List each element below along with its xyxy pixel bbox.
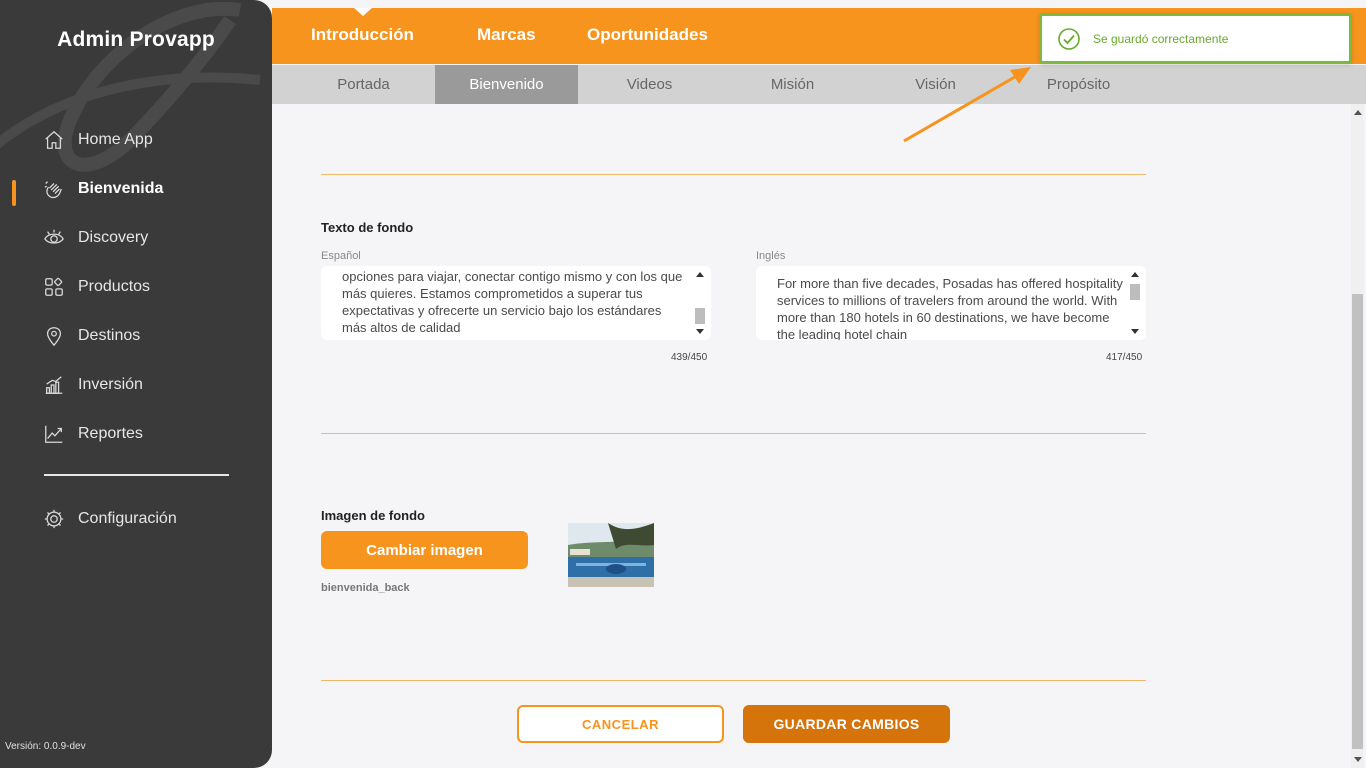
app-brand: Admin Provapp [57, 28, 215, 51]
sidebar-item-label: Discovery [78, 229, 149, 246]
eye-icon [42, 226, 66, 250]
change-image-button[interactable]: Cambiar imagen [321, 531, 528, 569]
scroll-thumb[interactable] [1352, 294, 1363, 749]
sidebar-item-label: Bienvenida [78, 180, 164, 197]
subtab-mision[interactable]: Misión [721, 65, 864, 104]
home-icon [42, 128, 66, 152]
sidebar-item-bienvenida[interactable]: Bienvenida [42, 174, 163, 204]
sidebar-item-label: Reportes [78, 425, 143, 442]
subtab-portada[interactable]: Portada [292, 65, 435, 104]
sidebar-item-discovery[interactable]: Discovery [42, 223, 148, 253]
english-textarea[interactable]: For more than five decades, Posadas has … [756, 266, 1146, 340]
scroll-up-icon[interactable] [1354, 110, 1362, 115]
scroll-up-icon[interactable] [1131, 272, 1139, 277]
version-label: Versión: 0.0.9-dev [5, 741, 86, 752]
active-tab-notch [354, 8, 372, 16]
subtab-vision[interactable]: Visión [864, 65, 1007, 104]
save-changes-button[interactable]: GUARDAR CAMBIOS [743, 705, 950, 743]
scroll-down-icon[interactable] [696, 329, 704, 334]
sidebar: Admin Provapp Home App Bienvenida Discov… [0, 0, 272, 768]
location-pin-icon [42, 324, 66, 348]
gear-icon [42, 507, 66, 531]
tab-oportunidades[interactable]: Oportunidades [587, 25, 708, 45]
sidebar-item-label: Destinos [78, 327, 141, 344]
subtab-proposito[interactable]: Propósito [1007, 65, 1150, 104]
section-divider [321, 680, 1146, 681]
sidebar-divider [44, 474, 229, 476]
cancel-button[interactable]: CANCELAR [517, 705, 724, 743]
scroll-down-icon[interactable] [1354, 757, 1362, 762]
background-text-title: Texto de fondo [321, 220, 414, 235]
tab-marcas[interactable]: Marcas [477, 25, 536, 45]
sidebar-item-label: Productos [78, 278, 151, 295]
sidebar-item-inversion[interactable]: Inversión [42, 370, 143, 400]
image-filename: bienvenida_back [321, 582, 410, 594]
subtab-bienvenido[interactable]: Bienvenido [435, 65, 578, 104]
active-indicator [12, 180, 16, 206]
sidebar-item-home-app[interactable]: Home App [42, 125, 153, 155]
spanish-char-counter: 439/450 [671, 352, 708, 363]
sidebar-item-destinos[interactable]: Destinos [42, 321, 140, 351]
sidebar-item-label: Inversión [78, 376, 143, 393]
background-image-thumbnail [568, 523, 654, 587]
sidebar-item-productos[interactable]: Productos [42, 272, 150, 302]
bar-chart-icon [42, 373, 66, 397]
grid-icon [42, 275, 66, 299]
sidebar-item-configuracion[interactable]: Configuración [42, 504, 177, 534]
scroll-thumb[interactable] [695, 308, 705, 324]
success-toast: Se guardó correctamente [1039, 13, 1352, 64]
spanish-scrollbar[interactable] [695, 270, 705, 336]
page-scrollbar[interactable] [1351, 104, 1364, 768]
waving-hand-icon [42, 177, 66, 201]
spanish-text: opciones para viajar, conectar contigo m… [342, 269, 683, 335]
background-image-title: Imagen de fondo [321, 508, 425, 523]
check-circle-icon [1058, 27, 1080, 50]
tab-introduccion[interactable]: Introducción [311, 25, 414, 45]
english-char-counter: 417/450 [1106, 352, 1143, 363]
scroll-down-icon[interactable] [1131, 329, 1139, 334]
sub-navigation: Portada Bienvenido Videos Misión Visión … [272, 65, 1366, 104]
section-divider [321, 433, 1146, 434]
english-label: Inglés [756, 250, 786, 262]
spanish-label: Español [321, 250, 361, 262]
section-divider [321, 174, 1146, 175]
scroll-thumb[interactable] [1130, 284, 1140, 300]
line-chart-icon [42, 422, 66, 446]
spanish-textarea[interactable]: opciones para viajar, conectar contigo m… [321, 266, 711, 340]
sidebar-item-label: Configuración [78, 510, 177, 527]
english-text: For more than five decades, Posadas has … [777, 276, 1123, 340]
english-scrollbar[interactable] [1130, 270, 1140, 336]
subtab-videos[interactable]: Videos [578, 65, 721, 104]
scroll-up-icon[interactable] [696, 272, 704, 277]
toast-message: Se guardó correctamente [1093, 31, 1229, 46]
sidebar-item-label: Home App [78, 131, 153, 148]
sidebar-item-reportes[interactable]: Reportes [42, 419, 143, 449]
